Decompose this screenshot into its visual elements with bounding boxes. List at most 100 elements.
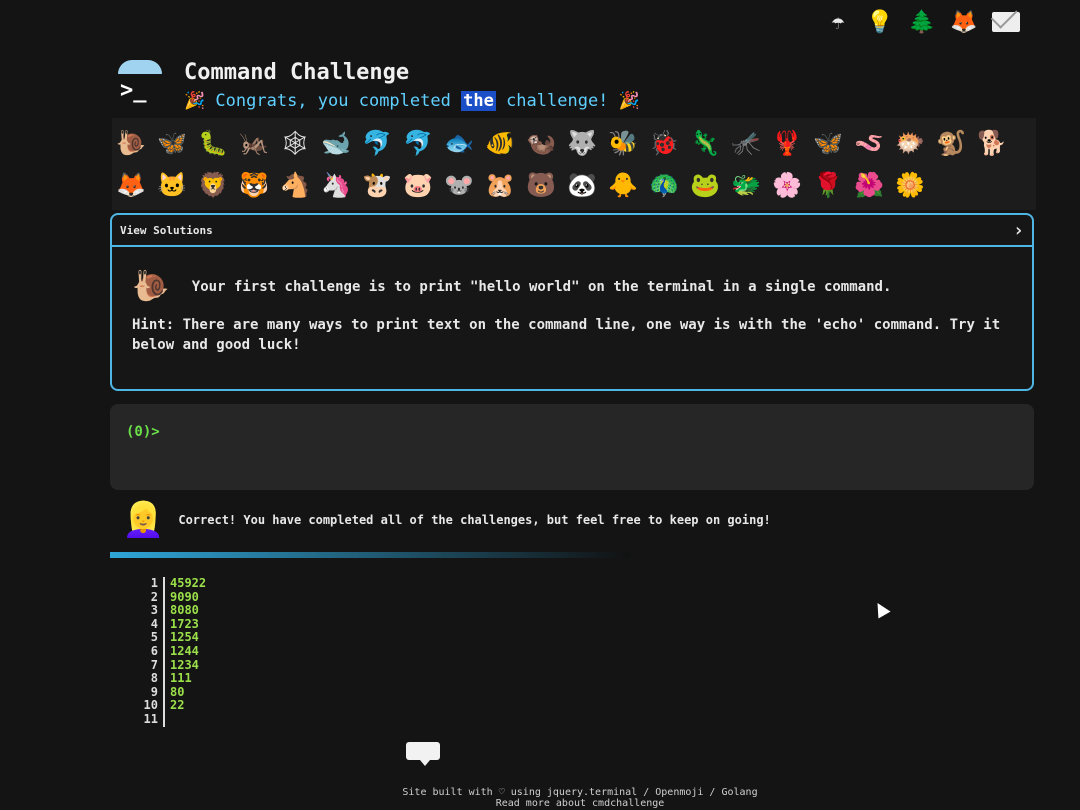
challenge-badge-icon[interactable]: 🦚	[647, 168, 681, 202]
challenge-badge-icon[interactable]: 🐻	[524, 168, 558, 202]
output-line: 3 8080	[138, 604, 206, 618]
challenge-badge-icon[interactable]: 🐸	[688, 168, 722, 202]
output-value: 45922	[170, 576, 207, 590]
challenge-badge-icon[interactable]: 🪱	[852, 126, 886, 160]
footer-credits: Site built with ♡ using jquery.terminal …	[402, 787, 758, 798]
congrats-message: 🎉 Congrats, you completed the challenge!…	[184, 91, 640, 111]
challenge-badge-icon[interactable]: 🐼	[565, 168, 599, 202]
avatar-icon: 👱‍♀️	[122, 500, 165, 540]
chat-icon[interactable]	[406, 742, 440, 766]
output-line: 8 111	[138, 672, 206, 686]
line-number: 6	[138, 644, 165, 659]
terminal-input[interactable]: (0)>	[110, 404, 1034, 490]
page-title: Command Challenge	[184, 60, 410, 85]
output-value: 22	[170, 698, 185, 713]
output-line: 4 1723	[138, 617, 206, 632]
challenge-badge-icon[interactable]: 🌺	[852, 168, 886, 202]
challenge-badges: 🐌 🦋 🐛 🦗 🕸 🐋 🐬 🐬 🐟 🐠 🦦 🐺 🐝 🐞 🦎 🦟 🦞 🦋 🪱 🐡 🐒 🐕 🦊 🐱 🦁 🐯 🐴 🦄 🐮 🐷 🐭 🐹 🐻 🐼 🐥 🦚 🐸 🐲 🌸…	[112, 118, 1036, 210]
challenge-badge-icon[interactable]: 🐬	[401, 126, 435, 160]
challenge-badge-icon[interactable]: 🐷	[401, 168, 435, 202]
challenge-badge-icon[interactable]: 🐬	[360, 126, 394, 160]
terminal-prompt: (0)>	[126, 424, 160, 440]
challenge-badge-icon[interactable]: 🦋	[811, 126, 845, 160]
read-more-link[interactable]: Read more about cmdchallenge	[0, 798, 1080, 809]
challenge-badge-icon[interactable]: 🦎	[688, 126, 722, 160]
challenge-badge-icon[interactable]: 🐱	[155, 168, 189, 202]
output-value: 8080	[170, 603, 199, 618]
tree-icon[interactable]: 🌲	[908, 8, 936, 36]
gitlab-icon[interactable]: 🦊	[950, 8, 978, 36]
lightbulb-icon[interactable]: 💡	[866, 8, 894, 36]
output-value	[165, 713, 170, 727]
challenge-badge-icon[interactable]: 🦦	[524, 126, 558, 160]
output-line: 1 45922	[138, 576, 207, 591]
challenge-badge-icon[interactable]: 🐹	[483, 168, 517, 202]
challenge-badge-icon[interactable]: 🦁	[196, 168, 230, 202]
mail-icon[interactable]	[992, 8, 1020, 36]
correct-message: 👱‍♀️ Correct! You have completed all of …	[122, 500, 771, 540]
challenge-hint: Hint: There are many ways to print text …	[132, 317, 1001, 353]
umbrella-terminal-icon[interactable]: ☂	[824, 8, 852, 36]
challenge-badge-icon[interactable]: 🐺	[565, 126, 599, 160]
challenge-badge-icon[interactable]: 🐟	[442, 126, 476, 160]
challenge-badge-icon[interactable]: 🐝	[606, 126, 640, 160]
challenge-badge-icon[interactable]: 🐥	[606, 168, 640, 202]
footer: Site built with ♡ using jquery.terminal …	[0, 787, 1080, 809]
challenge-badge-icon[interactable]: 🦗	[237, 126, 271, 160]
view-solutions-label: View Solutions	[120, 223, 213, 237]
snail-icon: 🐌	[132, 269, 170, 304]
party-popper-icon: 🎉	[184, 91, 206, 111]
badge-row: 🦊 🐱 🦁 🐯 🐴 🦄 🐮 🐷 🐭 🐹 🐻 🐼 🐥 🦚 🐸 🐲 🌸 🌹 🌺 🌼	[114, 164, 1034, 206]
challenge-badge-icon[interactable]: 🌼	[893, 168, 927, 202]
challenge-badge-icon[interactable]: 🦊	[114, 168, 148, 202]
line-number: 2	[138, 590, 165, 605]
mouse-pointer-icon	[871, 599, 891, 619]
output-line: 9 80	[138, 684, 206, 700]
output-line: 10 22	[138, 699, 206, 713]
challenge-badge-icon[interactable]: 🐞	[647, 126, 681, 160]
output-line: 5 1254	[138, 631, 206, 645]
challenge-badge-icon[interactable]: 🐯	[237, 168, 271, 202]
challenge-badge-icon[interactable]: 🕸	[278, 126, 312, 160]
challenge-description: 🐌 Your first challenge is to print "hell…	[132, 269, 892, 304]
output-value: 1254	[170, 630, 199, 645]
challenge-badge-icon[interactable]: 🦋	[155, 126, 189, 160]
challenge-badge-icon[interactable]: 🦄	[319, 168, 353, 202]
line-number: 8	[138, 672, 165, 686]
line-number: 5	[138, 631, 165, 645]
output-value: 1244	[170, 643, 199, 658]
divider	[110, 552, 630, 558]
output-line: 7 1234	[138, 657, 206, 673]
challenge-badge-icon[interactable]: 🐋	[319, 126, 353, 160]
output-line: 2 9090	[138, 589, 206, 605]
challenge-badge-icon[interactable]: 🦟	[729, 126, 763, 160]
chevron-right-icon: ›	[1013, 219, 1024, 241]
view-solutions-toggle[interactable]: View Solutions ›	[112, 215, 1032, 247]
output-line: 6 1244	[138, 643, 206, 659]
challenge-badge-icon[interactable]: 🐒	[934, 126, 968, 160]
command-output: 1 45922 2 9090 3 8080 4 1723 5 1254 6 1244 7 1234 8 111…	[138, 576, 207, 727]
challenge-badge-icon[interactable]: 🐲	[729, 168, 763, 202]
challenge-badge-icon[interactable]: 🐌	[114, 126, 148, 160]
challenge-badge-icon[interactable]: 🐮	[360, 168, 394, 202]
output-line: 11	[138, 712, 206, 727]
line-number: 3	[138, 604, 165, 618]
output-value: 9090	[170, 589, 199, 604]
challenge-badge-icon[interactable]: 🐴	[278, 168, 312, 202]
challenge-badge-icon[interactable]: 🐡	[893, 126, 927, 160]
challenge-badge-icon[interactable]: 🐠	[483, 126, 517, 160]
challenge-badge-icon[interactable]: 🌸	[770, 168, 804, 202]
logo-icon: >_	[118, 60, 166, 108]
line-number: 4	[138, 617, 165, 632]
challenge-badge-icon[interactable]: 🐛	[196, 126, 230, 160]
top-icon-bar: ☂ 💡 🌲 🦊	[824, 8, 1020, 36]
challenge-badge-icon[interactable]: 🐕	[975, 126, 1009, 160]
challenge-badge-icon[interactable]: 🐭	[442, 168, 476, 202]
challenge-badge-icon[interactable]: 🦞	[770, 126, 804, 160]
line-number: 11	[138, 712, 165, 727]
output-value: 1234	[170, 657, 199, 672]
output-value: 80	[170, 684, 185, 699]
party-popper-icon: 🎉	[618, 91, 640, 111]
challenge-badge-icon[interactable]: 🌹	[811, 168, 845, 202]
line-number: 1	[138, 576, 165, 591]
